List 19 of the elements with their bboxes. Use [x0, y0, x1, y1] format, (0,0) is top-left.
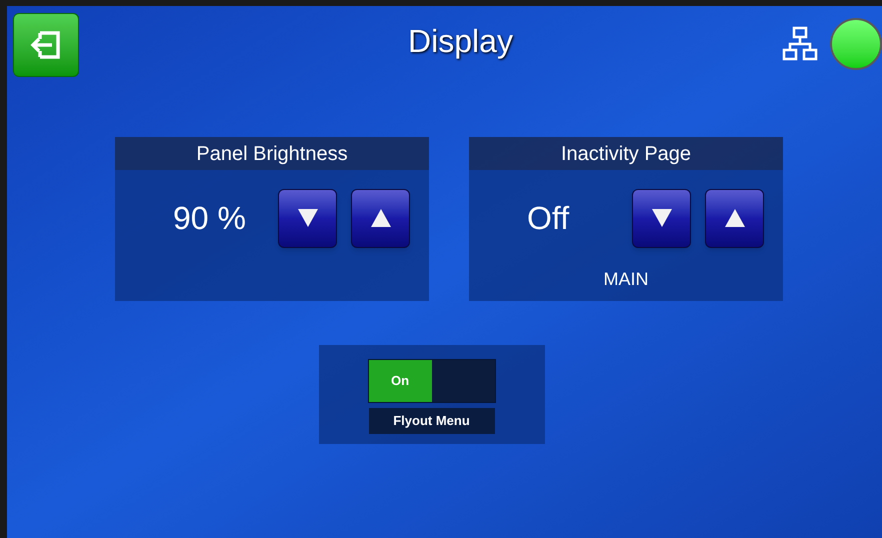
- down-button[interactable]: [278, 188, 337, 248]
- up-button[interactable]: [705, 188, 764, 248]
- setting-value: Off: [527, 199, 570, 238]
- network-icon: [782, 26, 818, 62]
- panel-title: Inactivity Page: [469, 137, 783, 170]
- panel-title: Panel Brightness: [115, 137, 429, 170]
- flyout-toggle[interactable]: On: [368, 359, 496, 403]
- setting-value: 90 %: [173, 199, 247, 238]
- exit-button[interactable]: [13, 13, 79, 77]
- up-arrow-icon: [724, 208, 746, 228]
- toggle-on-label: On: [368, 360, 432, 402]
- up-button[interactable]: [351, 188, 410, 248]
- flyout-label: Flyout Menu: [368, 408, 494, 434]
- up-arrow-icon: [370, 208, 392, 228]
- down-arrow-icon: [296, 208, 318, 228]
- setting-caption: MAIN: [604, 268, 648, 291]
- down-arrow-icon: [650, 208, 672, 228]
- page-title: Display: [408, 22, 513, 61]
- down-button[interactable]: [632, 188, 691, 248]
